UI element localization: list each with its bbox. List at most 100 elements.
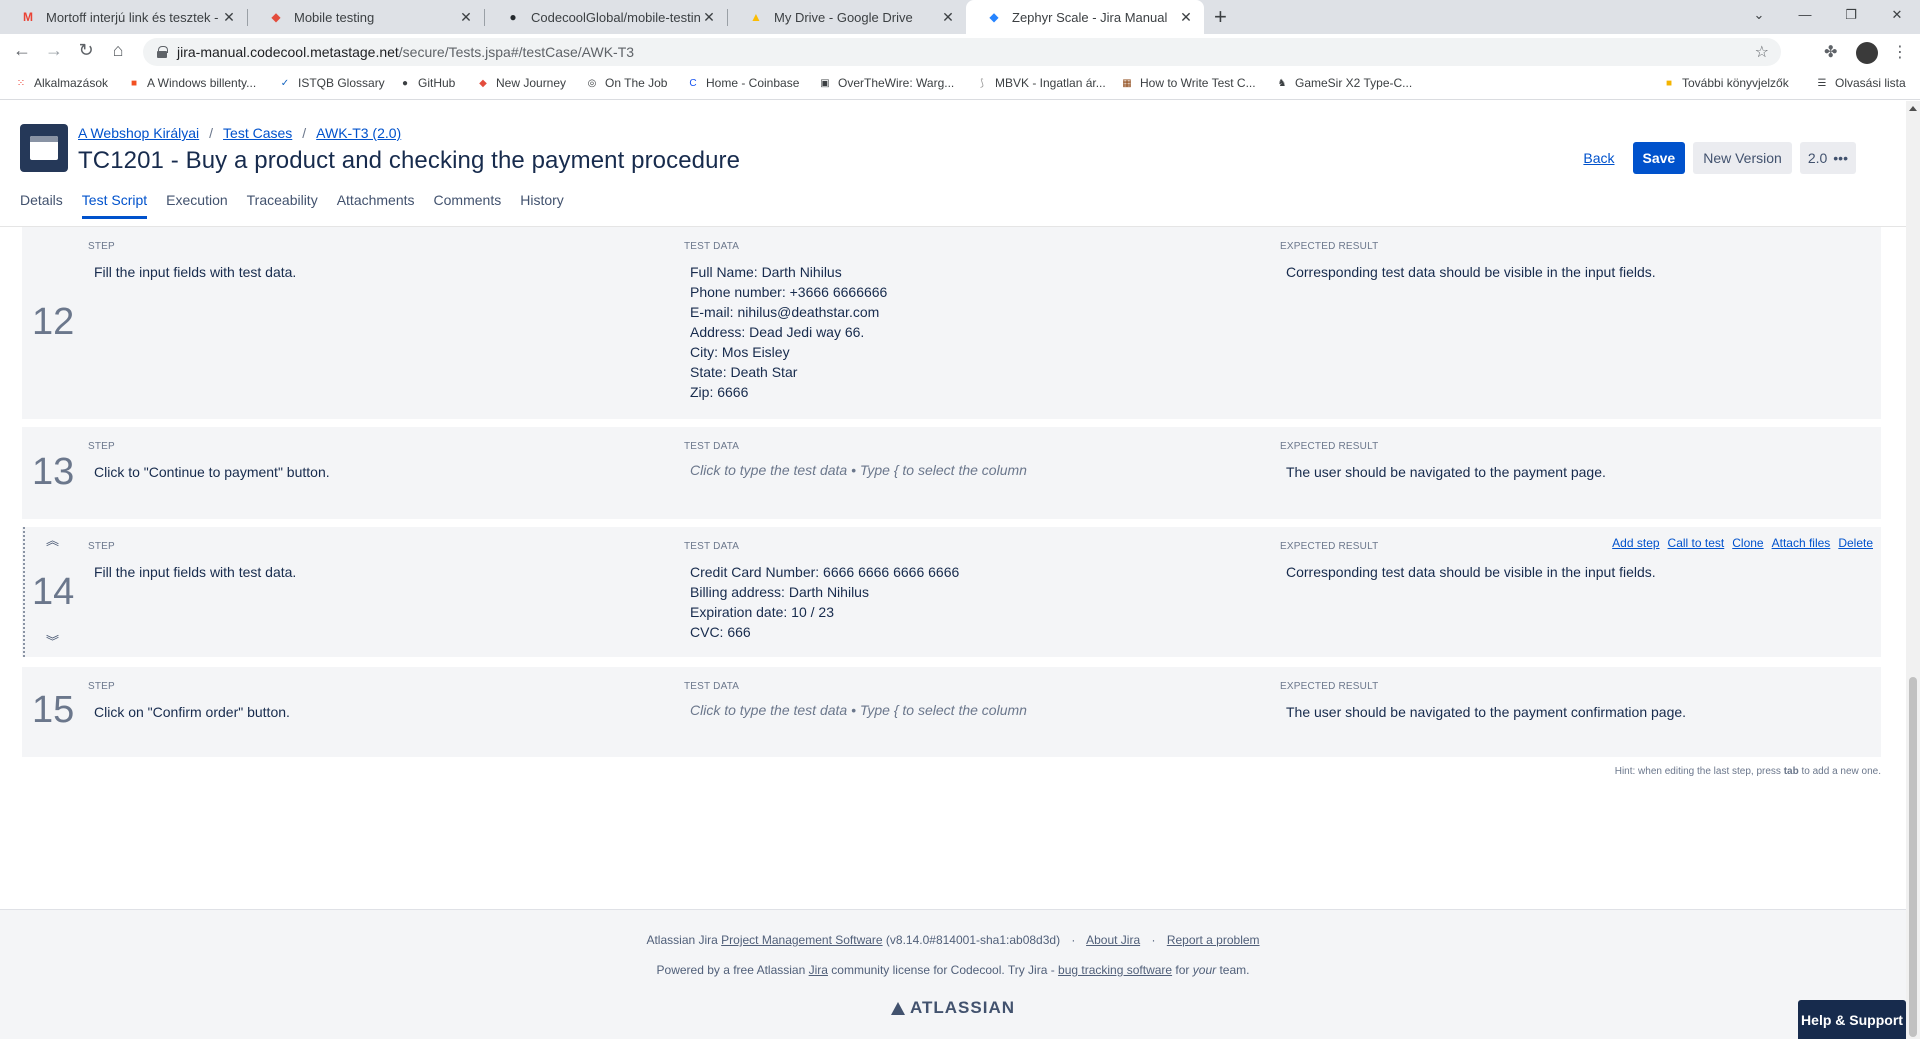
bookmark-label: MBVK - Ingatlan ár... xyxy=(995,76,1106,90)
test-data-cell[interactable]: TEST DATA Click to type the test data • … xyxy=(684,681,1264,718)
help-support-button[interactable]: Help & Support xyxy=(1798,1000,1906,1039)
browser-tab[interactable]: ▲ My Drive - Google Drive ✕ xyxy=(728,0,966,34)
bookmark-label: New Journey xyxy=(496,76,567,90)
test-data-cell[interactable]: TEST DATA Click to type the test data • … xyxy=(684,441,1264,478)
close-icon[interactable]: ✕ xyxy=(701,9,717,26)
extensions-icon[interactable]: ✤ xyxy=(1824,42,1837,62)
tab-test-script[interactable]: Test Script xyxy=(81,192,148,219)
clone-step-link[interactable]: Clone xyxy=(1732,536,1763,550)
step-description-cell[interactable]: STEP Click to "Continue to payment" butt… xyxy=(88,441,668,482)
step-description-cell[interactable]: STEP Fill the input fields with test dat… xyxy=(88,241,668,282)
test-data-cell[interactable]: TEST DATA Credit Card Number: 6666 6666 … xyxy=(684,541,1264,642)
expected-result-cell[interactable]: EXPECTED RESULT Corresponding test data … xyxy=(1280,241,1860,282)
url-host: jira-manual.codecool.metastage.net xyxy=(177,44,399,60)
test-step-row[interactable]: 13 STEP Click to "Continue to payment" b… xyxy=(22,427,1881,519)
close-icon[interactable]: ✕ xyxy=(221,9,237,26)
windows-icon: ■ xyxy=(130,77,138,89)
minimize-icon[interactable]: — xyxy=(1782,0,1828,34)
page-scrollbar[interactable] xyxy=(1906,101,1920,1039)
bookmark-item[interactable]: ♞ GameSir X2 Type-C... xyxy=(1275,76,1413,90)
address-bar[interactable]: jira-manual.codecool.metastage.net/secur… xyxy=(143,38,1781,66)
about-jira-link[interactable]: About Jira xyxy=(1086,933,1140,947)
bookmark-item[interactable]: ◆ New Journey xyxy=(476,76,566,90)
other-bookmarks[interactable]: ■ További könyvjelzők xyxy=(1662,76,1789,90)
bug-tracking-link[interactable]: bug tracking software xyxy=(1058,963,1172,977)
version-label: 2.0 xyxy=(1807,150,1828,166)
bookmark-label: Olvasási lista xyxy=(1835,76,1906,90)
browser-tab[interactable]: M Mortoff interjú link és tesztek - c ✕ xyxy=(0,0,247,34)
step-description-cell[interactable]: STEP Click on "Confirm order" button. xyxy=(88,681,668,722)
add-step-link[interactable]: Add step xyxy=(1612,536,1659,550)
new-version-button[interactable]: New Version xyxy=(1693,142,1792,174)
bookmark-star-icon[interactable]: ☆ xyxy=(1755,42,1769,62)
test-step-row[interactable]: 15 STEP Click on "Confirm order" button.… xyxy=(22,667,1881,757)
breadcrumb-test-case-key[interactable]: AWK-T3 (2.0) xyxy=(316,125,401,141)
tab-attachments[interactable]: Attachments xyxy=(337,192,415,219)
close-icon[interactable]: ✕ xyxy=(458,9,474,26)
bookmark-item[interactable]: ▣ OverTheWire: Warg... xyxy=(818,76,954,90)
tab-history[interactable]: History xyxy=(520,192,564,219)
bookmark-item[interactable]: ■ A Windows billenty... xyxy=(127,76,256,90)
bookmark-item[interactable]: ⟆ MBVK - Ingatlan ár... xyxy=(975,76,1106,90)
browser-tab-active[interactable]: ◆ Zephyr Scale - Jira Manual ✕ xyxy=(966,0,1204,34)
bookmark-item[interactable]: ▦ How to Write Test C... xyxy=(1120,76,1255,90)
expected-result-cell[interactable]: EXPECTED RESULT The user should be navig… xyxy=(1280,441,1860,482)
atlassian-logo[interactable]: ATLASSIAN xyxy=(0,998,1906,1018)
test-data-cell[interactable]: TEST DATA Full Name: Darth Nihilus Phone… xyxy=(684,241,1264,402)
tab-traceability[interactable]: Traceability xyxy=(247,192,318,219)
folder-icon: ■ xyxy=(1665,77,1673,89)
breadcrumb-project[interactable]: A Webshop Királyai xyxy=(78,125,199,141)
profile-avatar[interactable] xyxy=(1856,42,1878,64)
version-dropdown[interactable]: 2.0 ••• xyxy=(1799,142,1856,174)
home-icon[interactable]: ⌂ xyxy=(106,40,130,61)
step-description: Click on "Confirm order" button. xyxy=(94,704,290,720)
bookmark-label: OverTheWire: Warg... xyxy=(838,76,955,90)
bookmark-item[interactable]: C Home - Coinbase xyxy=(686,76,799,90)
attach-files-link[interactable]: Attach files xyxy=(1772,536,1831,550)
close-icon[interactable]: ✕ xyxy=(1178,9,1194,26)
report-problem-link[interactable]: Report a problem xyxy=(1167,933,1260,947)
step-description-cell[interactable]: STEP Fill the input fields with test dat… xyxy=(88,541,668,582)
tab-details[interactable]: Details xyxy=(20,192,63,219)
project-management-link[interactable]: Project Management Software xyxy=(721,933,882,947)
move-up-icon[interactable]: ︽ xyxy=(46,534,59,547)
browser-tab[interactable]: ◆ Mobile testing ✕ xyxy=(248,0,484,34)
bookmark-item[interactable]: ✓ ISTQB Glossary xyxy=(278,76,385,90)
delete-step-link[interactable]: Delete xyxy=(1838,536,1873,550)
test-step-row[interactable]: 12 STEP Fill the input fields with test … xyxy=(22,227,1881,419)
expected-result-cell[interactable]: EXPECTED RESULT The user should be navig… xyxy=(1280,681,1860,722)
scrollbar-thumb[interactable] xyxy=(1909,677,1917,1037)
bookmark-item[interactable]: ● GitHub xyxy=(398,76,455,90)
reload-icon[interactable]: ↻ xyxy=(74,40,98,61)
tab-execution[interactable]: Execution xyxy=(166,192,227,219)
step-number: 14 xyxy=(32,571,75,613)
browser-tab[interactable]: ● CodecoolGlobal/mobile-testing- ✕ xyxy=(485,0,727,34)
tab-comments[interactable]: Comments xyxy=(434,192,502,219)
drag-handle[interactable] xyxy=(23,527,27,657)
menu-icon[interactable]: ⋮ xyxy=(1892,42,1908,62)
close-window-icon[interactable]: ✕ xyxy=(1874,0,1920,34)
move-down-icon[interactable]: ︾ xyxy=(46,635,59,648)
save-button[interactable]: Save xyxy=(1632,142,1686,174)
test-step-row-hovered[interactable]: ︽ ︾ 14 STEP Fill the input fields with t… xyxy=(22,527,1881,657)
forward-arrow-icon[interactable]: → xyxy=(42,40,66,61)
step-description: Fill the input fields with test data. xyxy=(94,564,297,580)
back-arrow-icon[interactable]: ← xyxy=(10,40,34,61)
bookmark-apps[interactable]: ⁙ Alkalmazások xyxy=(14,76,108,90)
project-avatar[interactable] xyxy=(20,124,68,172)
bookmark-item[interactable]: ◎ On The Job xyxy=(585,76,668,90)
more-icon: ••• xyxy=(1833,150,1848,166)
close-icon[interactable]: ✕ xyxy=(940,9,956,26)
step-description: Fill the input fields with test data. xyxy=(94,264,297,280)
reading-list[interactable]: ☰ Olvasási lista xyxy=(1815,76,1906,90)
tab-search-icon[interactable]: ⌄ xyxy=(1736,0,1782,34)
back-link[interactable]: Back xyxy=(1583,150,1614,166)
expected-result: Corresponding test data should be visibl… xyxy=(1286,264,1656,280)
call-to-test-link[interactable]: Call to test xyxy=(1668,536,1725,550)
browser-toolbar: ← → ↻ ⌂ jira-manual.codecool.metastage.n… xyxy=(0,34,1920,70)
breadcrumb-test-cases[interactable]: Test Cases xyxy=(223,125,292,141)
jira-link[interactable]: Jira xyxy=(809,963,828,977)
new-tab-button[interactable]: + xyxy=(1214,4,1227,30)
restore-icon[interactable]: ❐ xyxy=(1828,0,1874,34)
scroll-up-icon[interactable] xyxy=(1909,106,1917,111)
